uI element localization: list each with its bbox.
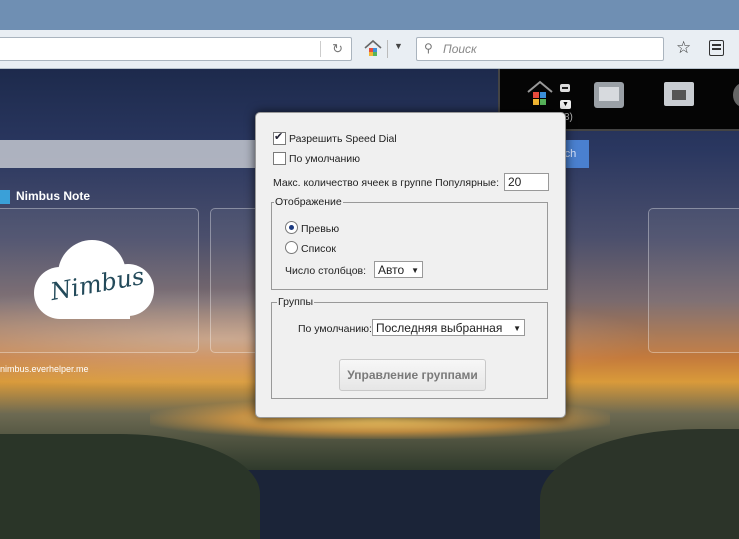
groups-default-select-value: Последняя выбранная xyxy=(376,321,503,335)
list-label: Список xyxy=(301,243,336,255)
max-cells-input[interactable]: 20 xyxy=(504,173,549,191)
manage-groups-button[interactable]: Управление группами xyxy=(339,359,486,391)
default-label: По умолчанию xyxy=(289,153,361,165)
search-field[interactable]: ⚲ Поиск xyxy=(416,37,664,61)
folder-icon[interactable] xyxy=(664,82,694,106)
background-trees-right xyxy=(540,429,739,539)
max-cells-label: Макс. количество ячеек в группе Популярн… xyxy=(273,177,500,189)
window-titlebar xyxy=(0,0,739,30)
groups-default-select[interactable]: Последняя выбранная ▼ xyxy=(372,319,525,336)
home-icon[interactable] xyxy=(364,39,382,57)
news-icon[interactable] xyxy=(594,82,624,108)
reload-icon[interactable]: ↻ xyxy=(332,41,343,57)
background-trees-left xyxy=(0,434,260,539)
groups-legend: Группы xyxy=(277,296,314,308)
group-tab-label: Nimbus Note xyxy=(16,189,91,203)
groups-default-label: По умолчанию: xyxy=(298,323,372,335)
tile-url[interactable]: nimbus.everhelper.me xyxy=(0,364,89,374)
address-bar[interactable]: ↻ xyxy=(0,37,352,61)
enable-speed-dial-checkbox[interactable] xyxy=(273,130,286,145)
chevron-down-icon: ▼ xyxy=(411,266,419,275)
navigation-toolbar: ↻ ▼ ⚲ Поиск ☆ xyxy=(0,30,739,69)
speed-dial-settings-dialog: Разрешить Speed Dial По умолчанию Макс. … xyxy=(255,112,566,418)
columns-label: Число столбцов: xyxy=(285,265,367,277)
search-icon: ⚲ xyxy=(424,41,433,55)
columns-select[interactable]: Авто ▼ xyxy=(374,261,423,278)
preview-radio[interactable] xyxy=(285,221,298,234)
address-bar-separator xyxy=(320,41,321,57)
list-radio[interactable] xyxy=(285,241,298,254)
bookmark-star-icon[interactable]: ☆ xyxy=(676,38,691,58)
chevron-down-icon[interactable]: ▼ xyxy=(560,100,571,109)
reading-list-icon[interactable] xyxy=(709,40,724,56)
search-placeholder: Поиск xyxy=(443,42,477,56)
default-checkbox[interactable] xyxy=(273,152,286,165)
home-separator xyxy=(387,40,388,58)
preview-label: Превью xyxy=(301,223,340,235)
columns-select-value: Авто xyxy=(378,263,405,277)
enable-speed-dial-label: Разрешить Speed Dial xyxy=(289,133,397,145)
display-legend: Отображение xyxy=(274,196,343,208)
groups-home-icon[interactable] xyxy=(527,80,553,108)
chevron-down-icon: ▼ xyxy=(513,324,521,333)
dial-tile[interactable] xyxy=(648,208,739,353)
minus-icon[interactable] xyxy=(560,84,570,92)
group-tab-icon xyxy=(0,190,10,204)
chevron-down-icon[interactable]: ▼ xyxy=(394,41,403,51)
